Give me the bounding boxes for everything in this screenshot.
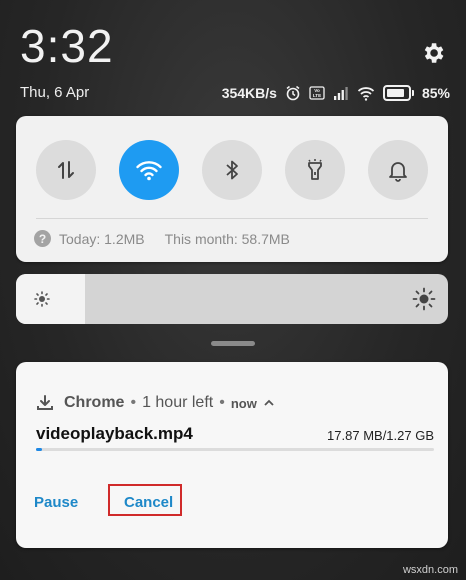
signal-icon (333, 85, 349, 101)
chevron-up-icon[interactable] (263, 397, 275, 409)
drag-handle[interactable] (211, 341, 255, 346)
data-usage-row: ? Today: 1.2MB This month: 58.7MB (34, 230, 290, 247)
alarm-icon (285, 85, 301, 101)
notification-time: now (230, 395, 257, 411)
separator-dot: • (219, 394, 225, 411)
status-icons: 354KB/s Vo LTE 85% (222, 82, 450, 104)
time-remaining: 1 hour left (142, 394, 214, 411)
data-transfer-icon (58, 161, 74, 179)
data-today: Today: 1.2MB (59, 230, 145, 247)
mobile-data-toggle[interactable] (36, 140, 96, 200)
watermark: wsxdn.com (402, 564, 458, 576)
notification-header: Chrome • 1 hour left • now (36, 394, 275, 412)
quick-settings-panel: ? Today: 1.2MB This month: 58.7MB (16, 116, 448, 262)
help-icon[interactable]: ? (34, 230, 51, 247)
download-size: 17.87 MB/1.27 GB (327, 428, 434, 443)
wifi-toggle[interactable] (119, 140, 179, 200)
battery-icon (382, 85, 414, 101)
wifi-status-icon (357, 85, 375, 101)
bluetooth-icon (226, 160, 238, 180)
date-label: Thu, 6 Apr (20, 84, 90, 101)
bell-icon (389, 162, 407, 182)
data-month: This month: 58.7MB (164, 230, 290, 247)
download-progress-bar (36, 448, 434, 451)
svg-text:LTE: LTE (313, 93, 321, 98)
qs-divider (36, 218, 428, 219)
bluetooth-toggle[interactable] (202, 140, 262, 200)
volte-icon: Vo LTE (309, 85, 325, 101)
cancel-button[interactable]: Cancel (124, 494, 173, 511)
separator-dot: • (130, 394, 137, 411)
gear-icon[interactable] (420, 40, 446, 66)
battery-percent: 85% (421, 85, 450, 101)
file-name: videoplayback.mp4 (36, 424, 193, 443)
pause-button[interactable]: Pause (34, 494, 78, 511)
network-speed: 354KB/s (221, 85, 277, 101)
brightness-slider[interactable] (16, 274, 448, 324)
flashlight-toggle[interactable] (285, 140, 345, 200)
flashlight-icon (308, 159, 322, 180)
app-name: Chrome (64, 394, 125, 411)
wifi-icon (136, 161, 162, 181)
clock-time: 3:32 (20, 20, 114, 72)
brightness-low-icon (34, 291, 50, 307)
download-icon (37, 395, 53, 410)
sound-toggle[interactable] (368, 140, 428, 200)
progress-fill (36, 448, 42, 451)
brightness-high-icon (412, 287, 436, 311)
notification-actions: Pause Cancel (34, 484, 434, 522)
download-notification[interactable]: Chrome • 1 hour left • now videoplayback… (16, 362, 448, 548)
